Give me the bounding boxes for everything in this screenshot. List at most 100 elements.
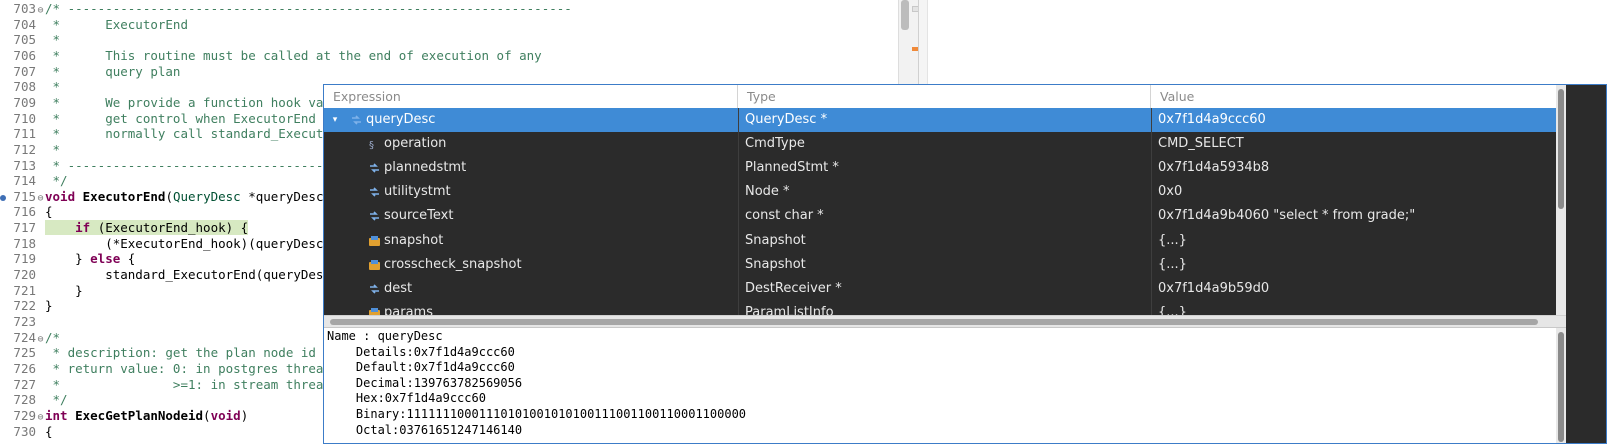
line-number: 719	[13, 251, 36, 267]
struct-variable-icon	[368, 235, 381, 247]
code-text: /* -------------------------------------…	[45, 1, 572, 16]
code-token: *queryDesc	[240, 188, 324, 204]
code-text: int ExecGetPlanNodeid(void)	[45, 408, 248, 423]
detail-vertical-scrollbar[interactable]	[1556, 328, 1566, 443]
variable-value: {...}	[1158, 232, 1187, 248]
code-text: }	[45, 298, 53, 313]
code-token: (*ExecutorEnd_hook)(queryDesc	[45, 235, 324, 251]
code-line[interactable]: 704 * ExecutorEnd	[0, 17, 918, 33]
code-token: * >=1: in stream thread	[45, 376, 331, 392]
column-header-expression[interactable]: Expression	[324, 85, 738, 108]
code-line[interactable]: 705 *	[0, 32, 918, 48]
code-text: */	[45, 392, 68, 407]
variable-name: snapshot	[384, 232, 444, 248]
variable-type: Node *	[745, 184, 790, 200]
code-token: (	[165, 188, 173, 204]
variable-type: DestReceiver *	[745, 280, 842, 296]
code-line[interactable]: 703⊖/* ---------------------------------…	[0, 1, 918, 17]
column-header-value[interactable]: Value	[1151, 85, 1556, 108]
code-token: void	[45, 188, 76, 204]
code-token: * This routine must be called at the end…	[45, 47, 542, 63]
table-scroll-thumb[interactable]	[1558, 89, 1564, 209]
line-number: 730	[13, 423, 36, 439]
code-token: void	[210, 407, 241, 423]
line-number: 716	[13, 204, 36, 220]
variable-row[interactable]: dest DestReceiver * 0x7f1d4a9b59d0	[324, 277, 1556, 301]
line-number: 707	[13, 63, 36, 79]
struct-variable-icon	[368, 259, 381, 271]
variable-row[interactable]: crosscheck_snapshot Snapshot {...}	[324, 253, 1556, 277]
variable-detail-pane[interactable]: Name : queryDesc Details:0x7f1d4a9ccc60 …	[324, 327, 1566, 443]
code-token: if	[75, 220, 91, 236]
variable-row[interactable]: sourceText const char * 0x7f1d4a9b4060 "se…	[324, 204, 1556, 228]
pointer-variable-icon	[368, 210, 381, 222]
code-token: * get control when ExecutorEnd i	[45, 110, 331, 126]
variable-type: Snapshot	[745, 256, 806, 272]
variable-name: dest	[384, 280, 413, 296]
code-text: * This routine must be called at the end…	[45, 48, 542, 63]
code-token: * return value: 0: in postgres threa	[45, 360, 324, 376]
line-number: 712	[13, 141, 36, 157]
variable-row[interactable]: utilitystmt Node * 0x0	[324, 180, 1556, 204]
code-line[interactable]: 706 * This routine must be called at the…	[0, 48, 918, 64]
code-token: )	[240, 407, 249, 423]
code-text: */	[45, 173, 68, 188]
line-number: 725	[13, 345, 36, 361]
variable-value: 0x7f1d4a9b4060 "select * from grade;"	[1158, 208, 1416, 224]
code-text: (*ExecutorEnd_hook)(queryDesc	[45, 236, 323, 251]
code-token: /* -------------------------------------…	[45, 1, 572, 16]
detail-format-line: Decimal:139763782569056	[327, 375, 523, 390]
code-token: ExecGetPlanNodeid	[75, 407, 204, 423]
variable-row[interactable]: plannedstmt PlannedStmt * 0x7f1d4a5934b8	[324, 156, 1556, 180]
line-number: 709	[13, 94, 36, 110]
line-number: 706	[13, 47, 36, 63]
enum-variable-icon: §	[368, 138, 381, 151]
code-token: * normally call standard_Execut	[45, 126, 324, 142]
line-number: 722	[13, 298, 36, 314]
table-hscroll-thumb[interactable]	[330, 319, 1538, 325]
expand-toggle-icon[interactable]: ▾	[329, 108, 341, 132]
line-number: 705	[13, 32, 36, 48]
variable-value: {...}	[1158, 256, 1187, 272]
code-token: else	[90, 251, 121, 267]
line-number: 704	[13, 16, 36, 32]
code-text: if (ExecutorEnd_hook) {	[45, 220, 249, 236]
line-number: 726	[13, 360, 36, 376]
variable-row[interactable]: ▾ queryDesc QueryDesc * 0x7f1d4a9ccc60	[324, 108, 1556, 132]
code-token: {	[45, 423, 53, 439]
variable-value: 0x7f1d4a5934b8	[1158, 160, 1270, 176]
table-vertical-scrollbar[interactable]	[1556, 85, 1566, 315]
code-token: QueryDesc	[172, 188, 241, 204]
detail-format-line: Hex:0x7f1d4a9ccc60	[327, 391, 486, 406]
code-text: * description: get the plan node id o	[45, 345, 331, 360]
variable-name: operation	[384, 136, 447, 152]
line-number: 723	[13, 314, 36, 329]
line-number: 721	[13, 282, 36, 298]
pointer-variable-icon	[368, 186, 381, 198]
line-number: 724	[13, 329, 36, 345]
detail-format-line: Octal:03761651247146140	[327, 422, 523, 437]
code-line[interactable]: 707 * query plan	[0, 64, 918, 80]
variable-value: 0x0	[1158, 184, 1183, 200]
expression-hover-popup[interactable]: Expression Type Value ▾ queryDesc QueryDes…	[323, 84, 1607, 444]
variable-name: crosscheck_snapshot	[384, 256, 522, 272]
variable-type: Snapshot	[745, 232, 806, 248]
line-number: 713	[13, 157, 36, 173]
editor-scroll-thumb[interactable]	[901, 0, 909, 30]
line-number: 728	[13, 392, 36, 408]
column-header-type[interactable]: Type	[738, 85, 1151, 108]
line-number: 720	[13, 267, 36, 283]
variable-name: sourceText	[384, 208, 454, 224]
detail-scroll-thumb[interactable]	[1558, 332, 1564, 442]
code-token: {	[45, 204, 53, 220]
line-number: 703	[13, 1, 36, 16]
variable-row[interactable]: § operation CmdType CMD_SELECT	[324, 132, 1556, 156]
pointer-variable-icon	[350, 114, 363, 126]
code-token: * query plan	[45, 63, 181, 79]
variable-row[interactable]: snapshot Snapshot {...}	[324, 229, 1556, 253]
detail-format-line: Default:0x7f1d4a9ccc60	[327, 360, 515, 375]
column-divider	[1151, 108, 1152, 315]
code-token: /*	[45, 329, 61, 345]
